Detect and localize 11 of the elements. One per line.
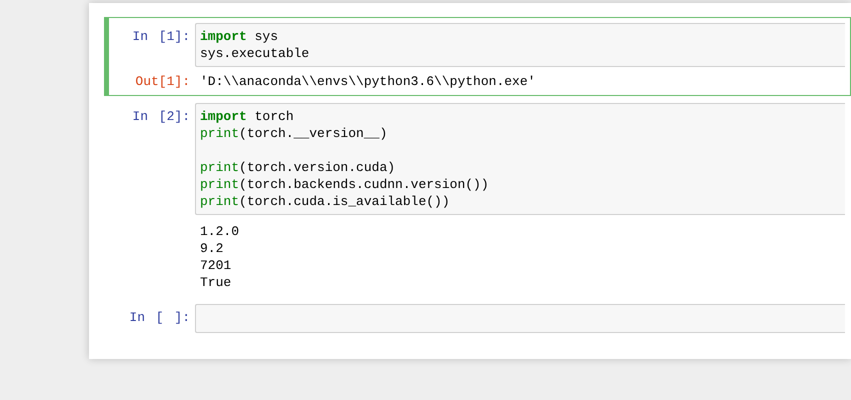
code-input[interactable]: import torch print(torch.__version__) print(torch.version.cuda) print(torch.backends.cudnn.version()) print(torch.cuda.is_available())	[195, 103, 845, 215]
input-prompt: In [ ]:	[128, 309, 191, 326]
output-prompt: Out[1]:	[134, 73, 191, 90]
output-text: 'D:\\anaconda\\envs\\python3.6\\python.exe'	[199, 73, 536, 90]
input-prompt: In [1]:	[131, 28, 191, 45]
input-prompt: In [2]:	[131, 108, 191, 125]
code-input[interactable]: import sys sys.executable	[195, 23, 845, 67]
code-cell[interactable]: In [ ]:	[104, 298, 851, 339]
output-text: 1.2.0 9.2 7201 True	[199, 223, 240, 291]
code-cell[interactable]: In [2]: import torch print(torch.__version__) print(torch.version.cuda) print(torch.backends.cudnn.version()) print(torch.cuda.is_available()) 1.2.0 9.2 7201 True	[104, 97, 851, 297]
code-input[interactable]	[195, 304, 845, 333]
